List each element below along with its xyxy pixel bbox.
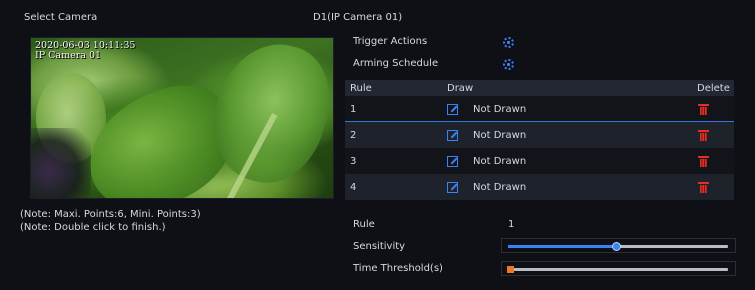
column-header-rule: Rule <box>350 82 372 94</box>
delete-trash-icon[interactable] <box>698 181 709 193</box>
trigger-actions-gear-icon[interactable] <box>503 37 514 48</box>
draw-cell: Not Drawn <box>447 155 595 167</box>
preview-osd: 2020-06-03 10:11:35 IP Camera 01 <box>35 41 135 61</box>
rule-number: 4 <box>350 181 357 193</box>
draw-status: Not Drawn <box>473 103 527 115</box>
time-threshold-track[interactable] <box>507 266 728 273</box>
sensitivity-slider[interactable] <box>501 238 736 253</box>
draw-status: Not Drawn <box>473 129 527 141</box>
osd-channel: IP Camera 01 <box>35 50 102 61</box>
rule-value: 1 <box>508 219 515 230</box>
sensitivity-fill <box>508 245 616 248</box>
delete-cell <box>595 181 734 193</box>
table-row[interactable]: 4 Not Drawn <box>345 174 734 200</box>
edit-draw-icon[interactable] <box>447 129 458 141</box>
edit-draw-icon[interactable] <box>447 103 458 115</box>
trigger-actions-label: Trigger Actions <box>353 36 428 47</box>
select-camera-label: Select Camera <box>24 12 98 23</box>
draw-cell: Not Drawn <box>447 129 595 141</box>
rules-table: Rule Draw Delete 1 Not Drawn 2 Not Drawn <box>345 80 734 200</box>
column-header-draw: Draw <box>447 82 474 94</box>
rules-table-header: Rule Draw Delete <box>345 80 734 96</box>
time-threshold-slider[interactable] <box>501 261 736 276</box>
camera-name: D1(IP Camera 01) <box>313 12 403 23</box>
delete-trash-icon[interactable] <box>698 155 709 167</box>
arming-schedule-gear-icon[interactable] <box>503 59 514 70</box>
preview-foliage <box>199 38 333 195</box>
table-row[interactable]: 3 Not Drawn <box>345 148 734 174</box>
note-points: (Note: Maxi. Points:6, Mini. Points:3) <box>20 209 201 220</box>
motion-rule-config-panel: Select Camera D1(IP Camera 01) 2020-06-0… <box>0 0 755 290</box>
table-row[interactable]: 1 Not Drawn <box>345 96 734 123</box>
sensitivity-thumb[interactable] <box>611 242 621 251</box>
delete-cell <box>595 103 734 115</box>
arming-schedule-label: Arming Schedule <box>353 58 439 69</box>
camera-preview[interactable]: 2020-06-03 10:11:35 IP Camera 01 <box>30 37 334 199</box>
sensitivity-track[interactable] <box>508 242 728 251</box>
draw-cell: Not Drawn <box>447 181 595 193</box>
sensitivity-label: Sensitivity <box>353 241 406 252</box>
rule-number: 1 <box>350 103 357 115</box>
draw-cell: Not Drawn <box>447 103 595 115</box>
preview-foliage <box>31 128 91 198</box>
time-threshold-thumb[interactable] <box>507 266 514 273</box>
delete-trash-icon[interactable] <box>698 129 709 141</box>
edit-draw-icon[interactable] <box>447 181 458 193</box>
draw-status: Not Drawn <box>473 181 527 193</box>
delete-trash-icon[interactable] <box>698 103 709 115</box>
note-double-click: (Note: Double click to finish.) <box>20 222 166 233</box>
table-row[interactable]: 2 Not Drawn <box>345 122 734 148</box>
delete-cell <box>595 129 734 141</box>
time-threshold-label: Time Threshold(s) <box>353 263 443 274</box>
rule-number: 3 <box>350 155 357 167</box>
column-header-delete: Delete <box>697 82 730 94</box>
rule-label: Rule <box>353 219 375 230</box>
edit-draw-icon[interactable] <box>447 155 458 167</box>
draw-status: Not Drawn <box>473 155 527 167</box>
rule-number: 2 <box>350 129 357 141</box>
delete-cell <box>595 155 734 167</box>
